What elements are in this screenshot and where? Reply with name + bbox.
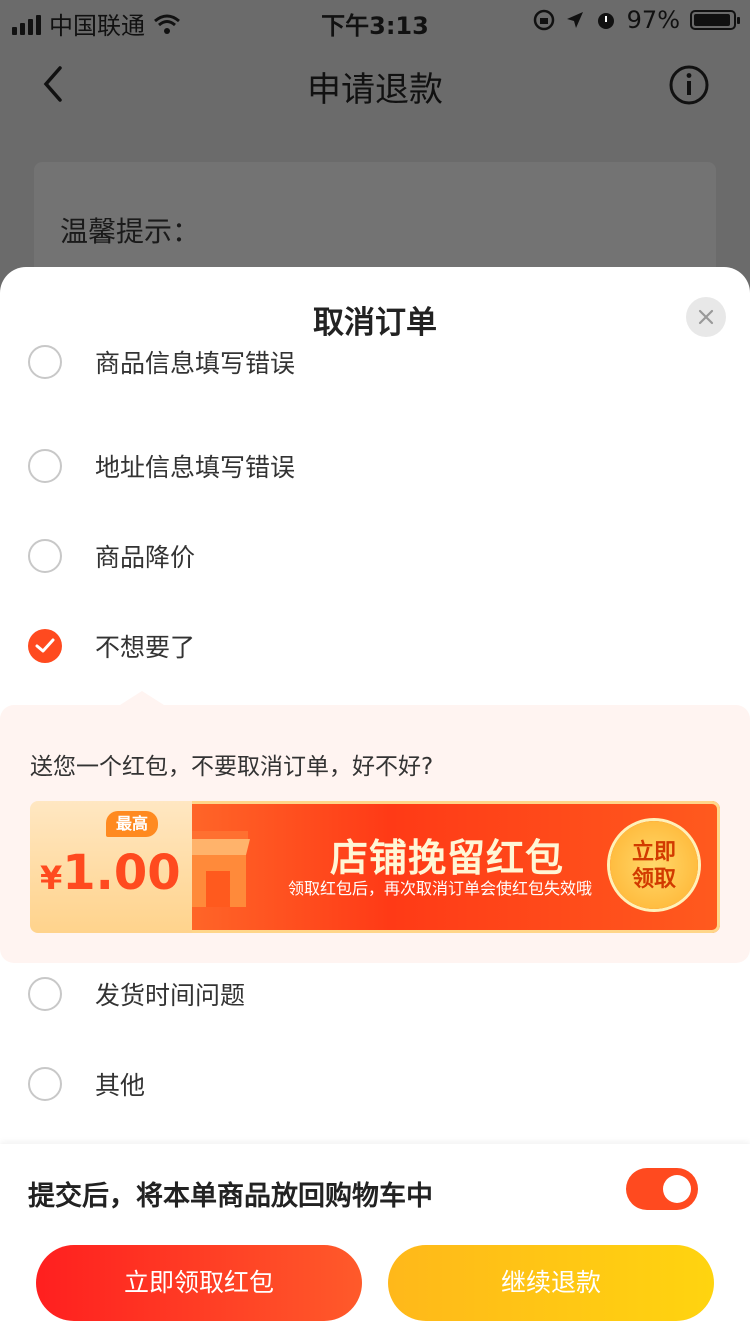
cancel-order-sheet: 取消订单 商品信息填写错误 地址信息填写错误 商品降价 不想要了 送您一个红包，… [0,267,750,1334]
battery-percent: 97% [626,6,680,34]
reason-option-5[interactable]: 发货时间问题 [0,966,750,1026]
toggle-knob [663,1175,691,1203]
alarm-icon [597,13,614,29]
status-right: 97% [533,6,740,34]
radio-unchecked-icon[interactable] [28,345,62,379]
coupon-title: 店铺挽留红包 [330,836,565,880]
continue-refund-button[interactable]: 继续退款 [388,1245,714,1321]
reason-label: 商品降价 [95,543,196,572]
promo-message: 送您一个红包，不要取消订单，好不好? [30,754,434,780]
status-bar: 中国联通 下午3:13 97% [0,0,750,40]
reason-label: 商品信息填写错误 [95,349,296,378]
reason-label: 发货时间问题 [95,981,246,1010]
radio-checked-icon[interactable] [28,629,62,663]
reason-option-6[interactable]: 其他 [0,1056,750,1116]
radio-unchecked-icon[interactable] [28,449,62,483]
reason-label: 不想要了 [95,633,196,662]
nav-bar: 申请退款 [0,40,750,128]
return-to-cart-toggle[interactable] [626,1168,698,1210]
claim-line-1: 立即 [631,840,676,865]
reason-option-3[interactable]: 商品降价 [0,528,750,588]
page-title: 申请退款 [307,70,443,110]
sheet-footer: 提交后，将本单商品放回购物车中 立即领取红包 继续退款 [0,1144,750,1334]
reason-label: 地址信息填写错误 [95,453,296,482]
close-icon [698,309,714,325]
check-icon [35,638,55,653]
location-icon [566,12,583,28]
currency-symbol: ¥ [40,859,63,897]
return-to-cart-label: 提交后，将本单商品放回购物车中 [28,1181,433,1212]
reason-option-2[interactable]: 地址信息填写错误 [0,438,750,498]
radio-unchecked-icon[interactable] [28,539,62,573]
radio-unchecked-icon[interactable] [28,977,62,1011]
claim-line-2: 领取 [631,867,676,892]
coupon-amount-panel: 最高 ¥1.00 [30,801,192,933]
claim-now-badge[interactable]: 立即 领取 [610,821,698,909]
claim-red-packet-button[interactable]: 立即领取红包 [36,1245,362,1321]
radio-unchecked-icon[interactable] [28,1067,62,1101]
info-icon[interactable] [668,64,710,106]
close-button[interactable] [686,297,726,337]
store-icon [188,831,250,907]
reason-option-1[interactable]: 商品信息填写错误 [0,345,750,409]
coupon-subtitle: 领取红包后，再次取消订单会使红包失效哦 [288,879,593,898]
coupon-amount: ¥1.00 [40,843,181,908]
coupon-main[interactable]: 店铺挽留红包 领取红包后，再次取消订单会使红包失效哦 立即 领取 [170,801,720,933]
red-packet-coupon[interactable]: 店铺挽留红包 领取红包后，再次取消订单会使红包失效哦 立即 领取 最高 ¥1.0… [30,801,720,935]
battery-icon [690,10,740,30]
warm-tip-label: 温馨提示： [60,215,201,248]
sheet-title: 取消订单 [313,305,437,341]
orientation-lock-icon [533,9,554,31]
amount-value: 1.00 [62,845,181,901]
retention-promo: 送您一个红包，不要取消订单，好不好? 店铺挽留红包 领取红包后，再次取消订单会使… [0,691,750,963]
reason-label: 其他 [95,1071,146,1100]
max-badge: 最高 [106,811,158,837]
promo-pointer [120,691,164,705]
reason-option-4[interactable]: 不想要了 [0,618,750,678]
